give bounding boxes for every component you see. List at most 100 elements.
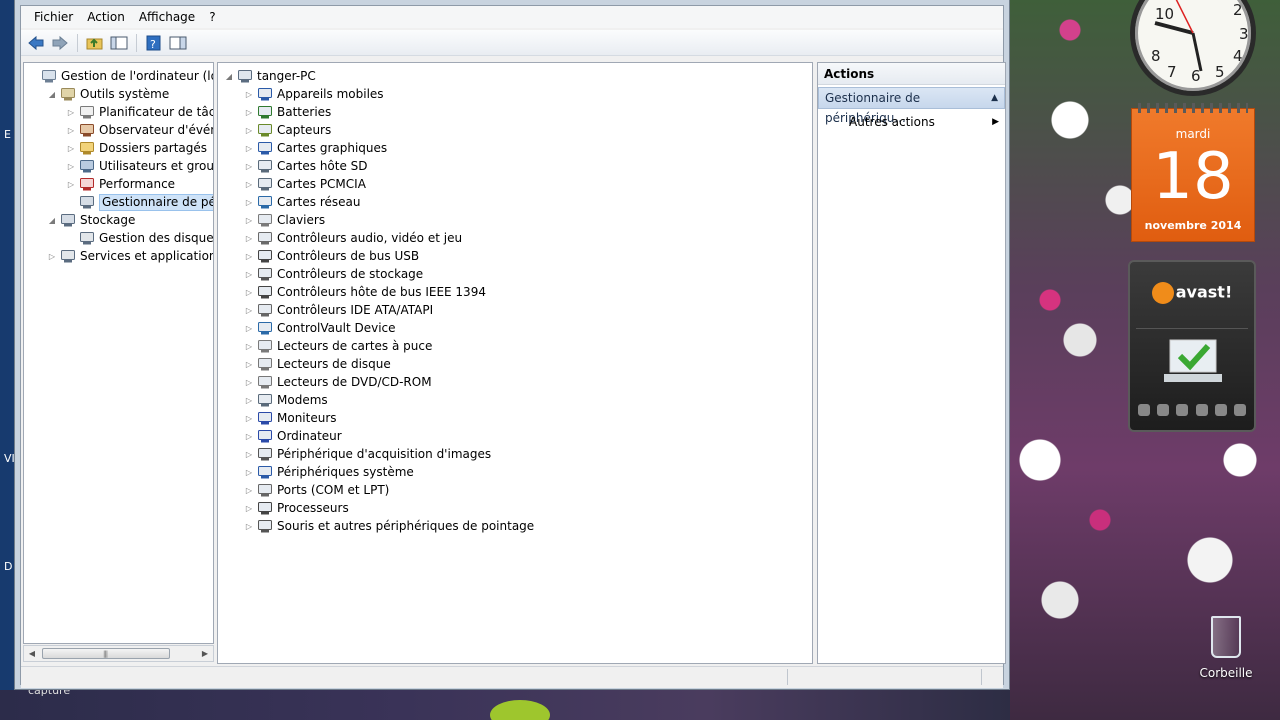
menu-fichier[interactable]: Fichier: [27, 8, 80, 26]
collapsed-arrow-icon[interactable]: ▷: [244, 193, 254, 211]
device-category[interactable]: ▷ Contrôleurs audio, vidéo et jeu: [244, 229, 462, 247]
tree-item[interactable]: ◢ Stockage: [47, 211, 135, 229]
expanded-arrow-icon[interactable]: ◢: [47, 85, 57, 103]
collapsed-arrow-icon[interactable]: ▷: [244, 499, 254, 517]
device-category[interactable]: ▷ Contrôleurs de stockage: [244, 265, 423, 283]
device-category[interactable]: ▷ Claviers: [244, 211, 325, 229]
tree-item[interactable]: ▷ Planificateur de tâches: [66, 103, 213, 121]
tree-item[interactable]: Gestion de l'ordinateur (local): [28, 67, 213, 85]
up-folder-button[interactable]: [84, 32, 106, 54]
collapsed-arrow-icon[interactable]: ▷: [244, 85, 254, 103]
tree-item[interactable]: ◢ Outils système: [47, 85, 169, 103]
device-category[interactable]: ▷ Processeurs: [244, 499, 349, 517]
device-category[interactable]: ▷ Périphérique d'acquisition d'images: [244, 445, 491, 463]
window-icon[interactable]: [1138, 404, 1150, 416]
tree-item[interactable]: Gestionnaire de périphé: [66, 193, 213, 211]
device-category[interactable]: ▷ Périphériques système: [244, 463, 414, 481]
scroll-left-icon[interactable]: ◀: [24, 646, 40, 661]
collapsed-arrow-icon[interactable]: ▷: [66, 157, 76, 175]
collapsed-arrow-icon[interactable]: ▷: [244, 211, 254, 229]
scrollbar-thumb[interactable]: |||: [42, 648, 170, 659]
back-button[interactable]: [25, 32, 47, 54]
facebook-icon[interactable]: [1214, 404, 1227, 416]
collapsed-arrow-icon[interactable]: ▷: [47, 247, 57, 265]
collapsed-arrow-icon[interactable]: ▷: [244, 283, 254, 301]
device-category[interactable]: ▷ Cartes hôte SD: [244, 157, 368, 175]
collapsed-arrow-icon[interactable]: ▷: [244, 175, 254, 193]
expanded-arrow-icon[interactable]: ◢: [224, 67, 234, 85]
collapsed-arrow-icon[interactable]: ▷: [244, 301, 254, 319]
expanded-arrow-icon[interactable]: ◢: [47, 211, 57, 229]
device-category[interactable]: ▷ Appareils mobiles: [244, 85, 384, 103]
collapsed-arrow-icon[interactable]: ▷: [244, 121, 254, 139]
tree-item[interactable]: ▷ Utilisateurs et groupes l: [66, 157, 213, 175]
twitter-icon[interactable]: [1195, 404, 1208, 416]
rss-icon[interactable]: [1233, 404, 1246, 416]
clock-gadget[interactable]: 10 2 3 8 4 7 6 5: [1130, 0, 1256, 96]
collapsed-arrow-icon[interactable]: ▷: [244, 319, 254, 337]
device-category[interactable]: ▷ Batteries: [244, 103, 331, 121]
collapsed-arrow-icon[interactable]: ▷: [244, 265, 254, 283]
collapsed-arrow-icon[interactable]: ▷: [244, 355, 254, 373]
tree-item[interactable]: ▷ Observateur d'événeme: [66, 121, 213, 139]
globe-icon[interactable]: [1176, 404, 1189, 416]
device-tree-root[interactable]: ◢ tanger-PC: [224, 67, 316, 85]
collapse-up-icon[interactable]: ▲: [991, 88, 998, 108]
collapsed-arrow-icon[interactable]: ▷: [244, 391, 254, 409]
collapsed-arrow-icon[interactable]: ▷: [244, 103, 254, 121]
device-category[interactable]: ▷ Ports (COM et LPT): [244, 481, 389, 499]
device-category[interactable]: ▷ Souris et autres périphériques de point…: [244, 517, 534, 535]
calendar-month: novembre 2014: [1144, 219, 1242, 232]
tree-item[interactable]: ▷ Services et applications: [47, 247, 213, 265]
device-category[interactable]: ▷ ControlVault Device: [244, 319, 396, 337]
scroll-right-icon[interactable]: ▶: [197, 646, 213, 661]
tree-item[interactable]: Gestion des disques: [66, 229, 213, 247]
forward-button[interactable]: [49, 32, 71, 54]
device-category[interactable]: ▷ Cartes PCMCIA: [244, 175, 366, 193]
help-button[interactable]: ?: [143, 32, 165, 54]
more-actions-item[interactable]: Autres actions: [849, 113, 935, 131]
recycle-bin[interactable]: Corbeille: [1196, 616, 1256, 680]
horizontal-scrollbar[interactable]: ◀ ||| ▶: [23, 645, 214, 662]
device-category[interactable]: ▷ Modems: [244, 391, 328, 409]
collapsed-arrow-icon[interactable]: ▷: [244, 139, 254, 157]
avast-gadget[interactable]: avast!: [1128, 260, 1256, 432]
collapsed-arrow-icon[interactable]: ▷: [244, 427, 254, 445]
device-category[interactable]: ▷ Contrôleurs hôte de bus IEEE 1394: [244, 283, 486, 301]
device-category[interactable]: ▷ Capteurs: [244, 121, 331, 139]
actions-section-header[interactable]: Gestionnaire de périphériqu... ▲: [818, 87, 1005, 125]
device-category[interactable]: ▷ Moniteurs: [244, 409, 337, 427]
calendar-gadget[interactable]: mardi 18 novembre 2014: [1131, 103, 1255, 242]
tree-item[interactable]: ▷ Dossiers partagés: [66, 139, 207, 157]
device-category[interactable]: ▷ Cartes graphiques: [244, 139, 387, 157]
menu-help[interactable]: ?: [202, 8, 222, 26]
collapsed-arrow-icon[interactable]: ▷: [244, 445, 254, 463]
device-category[interactable]: ▷ Lecteurs de disque: [244, 355, 391, 373]
collapsed-arrow-icon[interactable]: ▷: [66, 139, 76, 157]
show-hide-tree-button[interactable]: [108, 32, 130, 54]
collapsed-arrow-icon[interactable]: ▷: [244, 247, 254, 265]
collapsed-arrow-icon[interactable]: ▷: [66, 103, 76, 121]
collapsed-arrow-icon[interactable]: ▷: [66, 175, 76, 193]
collapsed-arrow-icon[interactable]: ▷: [244, 481, 254, 499]
collapsed-arrow-icon[interactable]: ▷: [244, 517, 254, 535]
device-category[interactable]: ▷ Contrôleurs de bus USB: [244, 247, 419, 265]
tree-item[interactable]: ▷ Performance: [66, 175, 175, 193]
device-category[interactable]: ▷ Contrôleurs IDE ATA/ATAPI: [244, 301, 433, 319]
collapsed-arrow-icon[interactable]: ▷: [244, 229, 254, 247]
show-action-pane-button[interactable]: [167, 32, 189, 54]
info-icon[interactable]: [1157, 404, 1170, 416]
menu-affichage[interactable]: Affichage: [132, 8, 202, 26]
device-category[interactable]: ▷ Lecteurs de cartes à puce: [244, 337, 432, 355]
collapsed-arrow-icon[interactable]: ▷: [244, 157, 254, 175]
device-category[interactable]: ▷ Ordinateur: [244, 427, 342, 445]
collapsed-arrow-icon[interactable]: ▷: [244, 463, 254, 481]
device-category[interactable]: ▷ Cartes réseau: [244, 193, 361, 211]
display-adapter-icon: [257, 140, 273, 156]
menu-action[interactable]: Action: [80, 8, 132, 26]
collapsed-arrow-icon[interactable]: ▷: [244, 337, 254, 355]
collapsed-arrow-icon[interactable]: ▷: [244, 409, 254, 427]
collapsed-arrow-icon[interactable]: ▷: [244, 373, 254, 391]
collapsed-arrow-icon[interactable]: ▷: [66, 121, 76, 139]
device-category[interactable]: ▷ Lecteurs de DVD/CD-ROM: [244, 373, 432, 391]
